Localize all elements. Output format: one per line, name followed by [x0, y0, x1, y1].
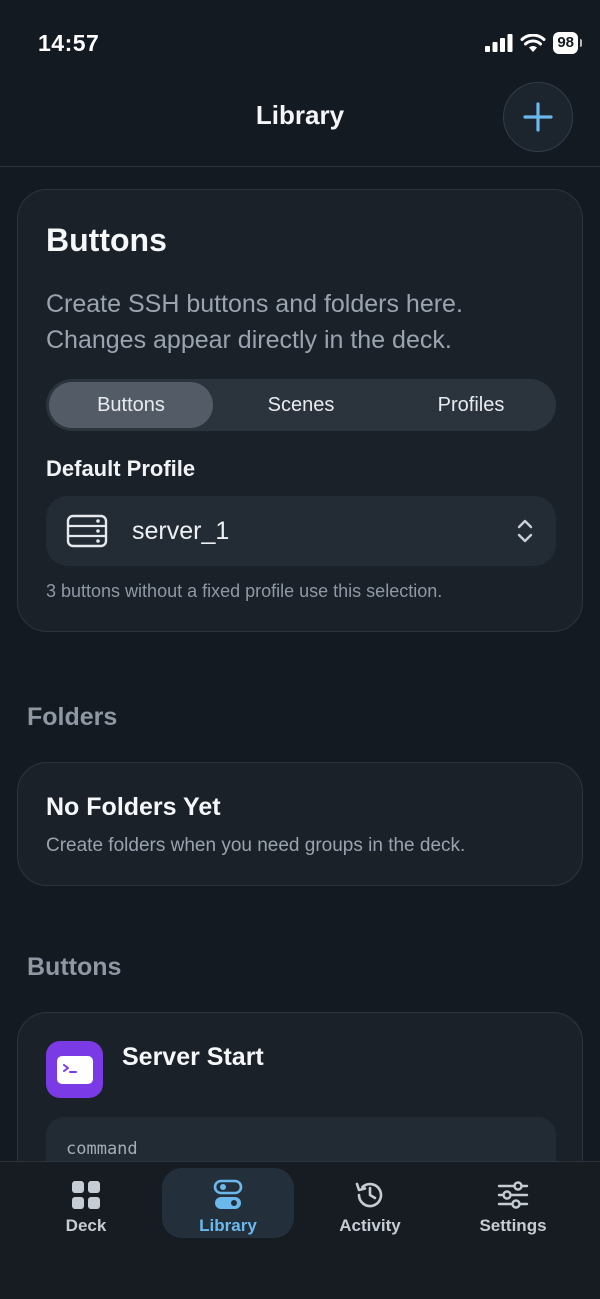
default-profile-hint: 3 buttons without a fixed profile use th…	[46, 581, 443, 601]
card-description: Create SSH buttons and folders here. Cha…	[46, 290, 463, 354]
signal-icon	[485, 34, 513, 52]
add-button[interactable]	[503, 82, 573, 152]
command-label: command	[66, 1139, 138, 1159]
toggles-icon	[213, 1179, 243, 1209]
tab-settings[interactable]: Settings	[447, 1168, 579, 1238]
folders-empty-card: No Folders Yet Create folders when you n…	[17, 762, 583, 886]
empty-state-title: No Folders Yet	[46, 793, 221, 821]
terminal-icon	[46, 1041, 103, 1098]
sliders-icon	[497, 1181, 529, 1209]
buttons-overview-card: Buttons Create SSH buttons and folders h…	[17, 189, 583, 632]
default-profile-label: Default Profile	[46, 456, 196, 481]
button-name: Server Start	[122, 1043, 264, 1071]
buttons-heading: Buttons	[27, 953, 122, 981]
default-profile-value: server_1	[132, 516, 230, 545]
history-icon	[355, 1182, 383, 1208]
tab-bar: Deck Library Activity Settings	[0, 1161, 600, 1299]
chevron-up-down-icon	[517, 519, 533, 543]
battery-indicator: 98	[553, 32, 582, 54]
tab-label: Library	[199, 1216, 257, 1235]
server-icon	[66, 514, 108, 548]
segment-profiles[interactable]: Profiles	[389, 382, 553, 428]
default-profile-picker[interactable]: server_1	[46, 496, 556, 566]
tab-activity[interactable]: Activity	[304, 1168, 436, 1238]
card-title: Buttons	[46, 222, 167, 258]
empty-state-description: Create folders when you need groups in t…	[46, 835, 466, 856]
nav-bar: Library	[0, 80, 600, 167]
segmented-control: Buttons Scenes Profiles	[46, 379, 556, 431]
segment-scenes[interactable]: Scenes	[219, 382, 383, 428]
status-icons: 98	[485, 32, 582, 54]
tab-label: Deck	[65, 1216, 107, 1235]
folders-heading: Folders	[27, 703, 118, 731]
grid-icon	[72, 1181, 100, 1209]
segment-buttons[interactable]: Buttons	[49, 382, 213, 428]
status-time: 14:57	[38, 30, 100, 56]
status-bar: 14:57 98	[0, 0, 600, 80]
tab-deck[interactable]: Deck	[20, 1168, 152, 1238]
tab-library[interactable]: Library	[162, 1168, 294, 1238]
plus-icon	[523, 102, 553, 132]
tab-label: Activity	[339, 1216, 401, 1235]
wifi-icon	[520, 33, 546, 52]
tab-label: Settings	[479, 1216, 547, 1235]
